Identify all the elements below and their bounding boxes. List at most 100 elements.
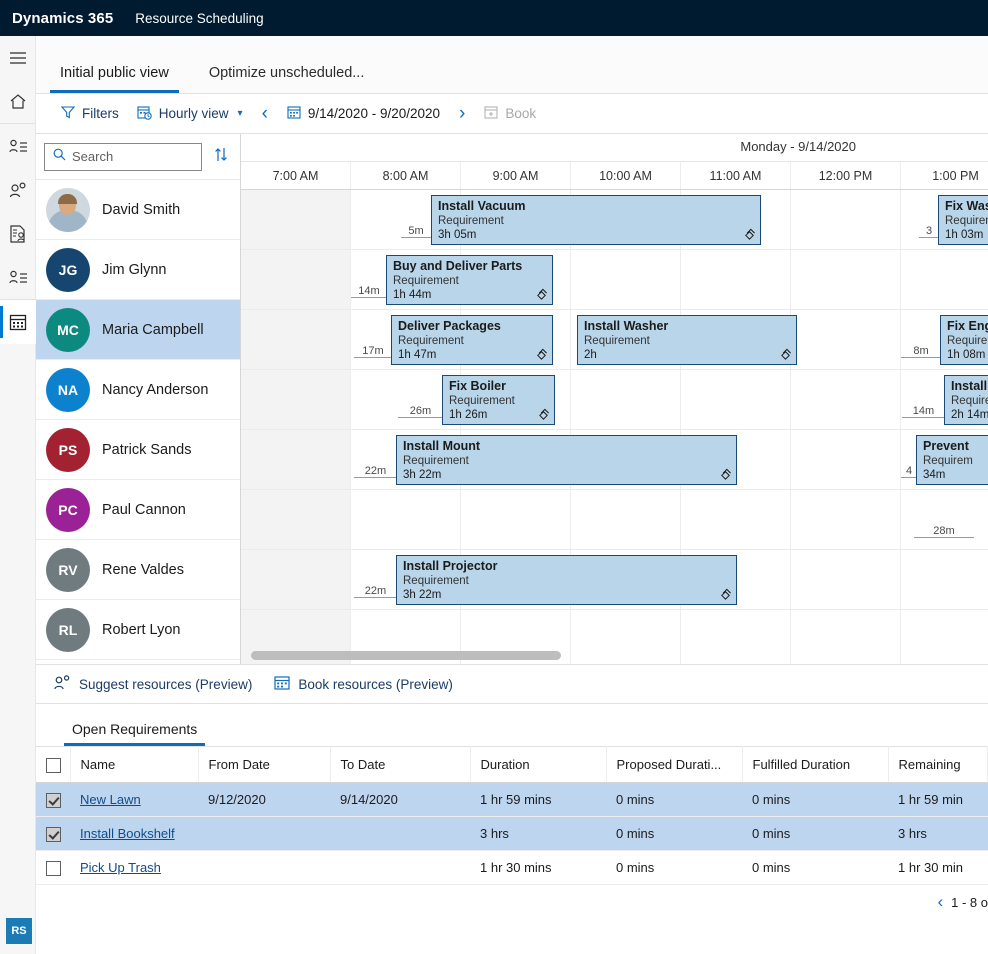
booking-card[interactable]: Fix BoilerRequirement1h 26m [442,375,555,425]
document-person-icon[interactable] [0,212,36,256]
home-icon[interactable] [0,80,36,124]
person-list-icon[interactable] [0,124,36,168]
booking-card[interactable]: Install ProjectorRequirement3h 22m [396,555,737,605]
sort-updown-icon[interactable] [210,147,232,166]
prev-period-button[interactable]: ‹ [252,104,278,123]
table-row[interactable]: Pick Up Trash1 hr 30 mins0 mins0 mins1 h… [36,851,988,885]
column-header[interactable]: From Date [198,747,330,783]
column-header[interactable]: Remaining [888,747,988,783]
horizontal-scrollbar[interactable] [251,651,988,660]
schedule-cell[interactable] [681,370,791,429]
booking-card[interactable]: Install VacuumRequirement3h 05m [431,195,761,245]
column-header[interactable]: Proposed Durati... [606,747,742,783]
schedule-cell[interactable] [241,490,351,549]
calendar-book-icon [274,675,290,693]
resource-row[interactable]: NANancy Anderson [36,360,240,420]
requirement-link[interactable]: Install Bookshelf [80,826,175,841]
date-range-picker[interactable]: 9/14/2020 - 9/20/2020 [278,99,449,129]
booking-subtitle: Requirement [438,214,754,228]
hamburger-menu-icon[interactable] [0,36,36,80]
column-header[interactable]: Fulfilled Duration [742,747,888,783]
person-list-icon[interactable] [0,256,36,300]
calendar-icon[interactable] [0,300,36,344]
booking-card[interactable]: PreventRequirem34m [916,435,988,485]
table-row[interactable]: Install Bookshelf3 hrs0 mins0 mins3 hrs [36,817,988,851]
schedule-cell[interactable] [791,310,901,369]
resource-row[interactable]: David Smith [36,180,240,240]
tab-open-requirements[interactable]: Open Requirements [64,721,205,746]
resource-row[interactable]: MCMaria Campbell [36,300,240,360]
schedule-cell[interactable] [681,250,791,309]
scrollbar-thumb[interactable] [251,651,561,660]
column-header[interactable]: Duration [470,747,606,783]
resource-name: Nancy Anderson [102,382,208,398]
schedule-row[interactable] [241,490,988,550]
resource-row[interactable]: PSPatrick Sands [36,420,240,480]
requirement-link[interactable]: Pick Up Trash [80,860,161,875]
schedule-cell[interactable] [791,250,901,309]
tab-optimize-unscheduled[interactable]: Optimize unscheduled... [199,65,375,93]
filters-button[interactable]: Filters [52,99,128,129]
schedule-cell[interactable] [351,490,461,549]
schedule-cell[interactable] [241,370,351,429]
timeline-panel[interactable]: Monday - 9/14/2020 7:00 AM8:00 AM9:00 AM… [241,134,988,664]
schedule-cell[interactable] [901,550,988,609]
booking-card[interactable]: InstallRequire2h 14m [944,375,988,425]
resource-row[interactable]: RLRobert Lyon [36,600,240,660]
column-header[interactable]: Name [70,747,198,783]
schedule-grid[interactable]: 5mInstall VacuumRequirement3h 05m14mBuy … [241,190,988,610]
schedule-cell[interactable] [791,490,901,549]
tab-initial-public-view[interactable]: Initial public view [50,65,179,93]
schedule-cell[interactable] [241,310,351,369]
schedule-cell[interactable] [791,550,901,609]
booking-card[interactable]: Fix EngRequirem1h 08m [940,315,988,365]
next-period-button[interactable]: › [449,104,475,123]
select-all-checkbox[interactable] [46,758,61,773]
requirement-name-cell[interactable]: New Lawn [70,783,198,817]
schedule-cell[interactable] [901,250,988,309]
search-input[interactable]: Search [44,143,202,171]
schedule-row[interactable] [241,370,988,430]
schedule-cell[interactable] [241,250,351,309]
booking-card[interactable]: Fix WasRequirem1h 03m [938,195,988,245]
suggest-resources-button[interactable]: Suggest resources (Preview) [54,675,252,693]
row-select-cell[interactable] [36,783,70,817]
view-tab-strip: Initial public view Optimize unscheduled… [36,36,988,94]
schedule-cell[interactable] [241,430,351,489]
schedule-cell[interactable] [241,550,351,609]
schedule-cell[interactable] [571,370,681,429]
table-row[interactable]: New Lawn9/12/20209/14/20201 hr 59 mins0 … [36,783,988,817]
view-mode-dropdown[interactable]: Hourly view ▾ [128,99,252,129]
booking-card[interactable]: Deliver PackagesRequirement1h 47m [391,315,553,365]
resource-row[interactable]: PCPaul Cannon [36,480,240,540]
schedule-cell[interactable] [791,430,901,489]
row-checkbox[interactable] [46,827,61,842]
resource-row[interactable]: RVRene Valdes [36,540,240,600]
row-checkbox[interactable] [46,861,61,876]
booking-card[interactable]: Install MountRequirement3h 22m [396,435,737,485]
schedule-cell[interactable] [571,490,681,549]
requirement-name-cell[interactable]: Install Bookshelf [70,817,198,851]
schedule-cell[interactable] [681,490,791,549]
schedule-cell[interactable] [791,190,901,249]
book-resources-button[interactable]: Book resources (Preview) [274,675,453,693]
people-icon[interactable] [0,168,36,212]
schedule-cell[interactable] [461,490,571,549]
schedule-cell[interactable] [791,370,901,429]
booking-card[interactable]: Buy and Deliver PartsRequirement1h 44m [386,255,553,305]
resource-row[interactable]: JGJim Glynn [36,240,240,300]
row-select-cell[interactable] [36,817,70,851]
booking-status-icon [779,348,792,361]
user-badge[interactable]: RS [6,918,32,944]
schedule-cell[interactable] [241,190,351,249]
row-select-cell[interactable] [36,851,70,885]
column-header[interactable]: To Date [330,747,470,783]
row-checkbox[interactable] [46,793,61,808]
prev-page-button[interactable]: ‹ [937,892,943,912]
requirement-name-cell[interactable]: Pick Up Trash [70,851,198,885]
booking-card[interactable]: Install WasherRequirement2h [577,315,797,365]
book-button[interactable]: Book [475,99,545,129]
requirement-link[interactable]: New Lawn [80,792,141,807]
schedule-cell[interactable] [571,250,681,309]
search-icon [53,148,66,166]
